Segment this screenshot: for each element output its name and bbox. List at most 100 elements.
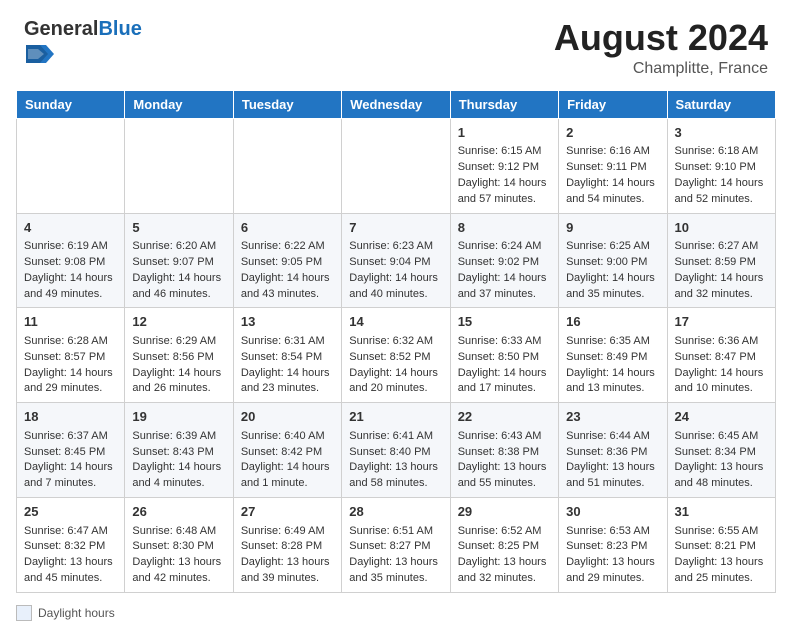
day-number: 30 (566, 503, 659, 521)
calendar-day-cell: 8 Sunrise: 6:24 AM Sunset: 9:02 PM Daylig… (450, 213, 558, 308)
calendar-day-cell (17, 118, 125, 213)
calendar-week-row: 18Sunrise: 6:37 AM Sunset: 8:45 PM Dayli… (17, 403, 776, 498)
day-info: Sunrise: 6:27 AM Sunset: 8:59 PM Dayligh… (675, 239, 768, 303)
calendar-weekday-tuesday: Tuesday (233, 90, 341, 118)
day-info: Sunrise: 6:29 AM Sunset: 8:56 PM Dayligh… (132, 334, 225, 398)
calendar-day-cell: 31 Sunrise: 6:55 AM Sunset: 8:21 PM Dayli… (667, 498, 775, 593)
day-number: 8 (458, 219, 551, 237)
day-info: Sunrise: 6:48 AM Sunset: 8:30 PM Dayligh… (132, 524, 225, 588)
day-number: 7 (349, 219, 442, 237)
logo: GeneralBlue (24, 18, 142, 73)
calendar-day-cell (233, 118, 341, 213)
day-info: Sunrise: 6:31 AM Sunset: 8:54 PM Dayligh… (241, 334, 334, 398)
day-number: 25 (24, 503, 117, 521)
day-number: 6 (241, 219, 334, 237)
calendar-day-cell: 7Sunrise: 6:23 AM Sunset: 9:04 PM Daylig… (342, 213, 450, 308)
day-number: 11 (24, 313, 117, 331)
day-number: 15 (458, 313, 551, 331)
day-number: 24 (675, 408, 768, 426)
day-number: 10 (675, 219, 768, 237)
day-info: Sunrise: 6:18 AM Sunset: 9:10 PM Dayligh… (675, 144, 768, 208)
calendar-day-cell: 12 Sunrise: 6:29 AM Sunset: 8:56 PM Dayli… (125, 308, 233, 403)
calendar-week-row: 11Sunrise: 6:28 AM Sunset: 8:57 PM Dayli… (17, 308, 776, 403)
day-info: Sunrise: 6:43 AM Sunset: 8:38 PM Dayligh… (458, 429, 551, 493)
legend-label: Daylight hours (38, 606, 115, 620)
calendar-week-row: 1 Sunrise: 6:15 AM Sunset: 9:12 PM Daylig… (17, 118, 776, 213)
calendar-day-cell: 21 Sunrise: 6:41 AM Sunset: 8:40 PM Dayli… (342, 403, 450, 498)
logo-icon (26, 40, 54, 68)
day-number: 19 (132, 408, 225, 426)
day-number: 1 (458, 124, 551, 142)
day-info: Sunrise: 6:22 AM Sunset: 9:05 PM Dayligh… (241, 239, 334, 303)
day-info: Sunrise: 6:35 AM Sunset: 8:49 PM Dayligh… (566, 334, 659, 398)
day-info: Sunrise: 6:52 AM Sunset: 8:25 PM Dayligh… (458, 524, 551, 588)
day-number: 18 (24, 408, 117, 426)
day-info: Sunrise: 6:55 AM Sunset: 8:21 PM Dayligh… (675, 524, 768, 588)
calendar-weekday-thursday: Thursday (450, 90, 558, 118)
calendar-day-cell: 18Sunrise: 6:37 AM Sunset: 8:45 PM Dayli… (17, 403, 125, 498)
day-number: 22 (458, 408, 551, 426)
day-number: 4 (24, 219, 117, 237)
day-number: 26 (132, 503, 225, 521)
day-info: Sunrise: 6:25 AM Sunset: 9:00 PM Dayligh… (566, 239, 659, 303)
calendar-week-row: 4 Sunrise: 6:19 AM Sunset: 9:08 PM Daylig… (17, 213, 776, 308)
calendar-weekday-wednesday: Wednesday (342, 90, 450, 118)
calendar-day-cell: 16 Sunrise: 6:35 AM Sunset: 8:49 PM Dayli… (559, 308, 667, 403)
day-number: 12 (132, 313, 225, 331)
calendar-day-cell: 19 Sunrise: 6:39 AM Sunset: 8:43 PM Dayli… (125, 403, 233, 498)
page-header: GeneralBlue August 2024 Champlitte, Fran… (0, 0, 792, 86)
calendar-day-cell: 10 Sunrise: 6:27 AM Sunset: 8:59 PM Dayli… (667, 213, 775, 308)
day-number: 20 (241, 408, 334, 426)
day-info: Sunrise: 6:19 AM Sunset: 9:08 PM Dayligh… (24, 239, 117, 303)
day-info: Sunrise: 6:36 AM Sunset: 8:47 PM Dayligh… (675, 334, 768, 398)
day-number: 16 (566, 313, 659, 331)
calendar-day-cell (342, 118, 450, 213)
day-info: Sunrise: 6:44 AM Sunset: 8:36 PM Dayligh… (566, 429, 659, 493)
day-number: 17 (675, 313, 768, 331)
calendar-day-cell: 15Sunrise: 6:33 AM Sunset: 8:50 PM Dayli… (450, 308, 558, 403)
day-info: Sunrise: 6:20 AM Sunset: 9:07 PM Dayligh… (132, 239, 225, 303)
calendar-weekday-monday: Monday (125, 90, 233, 118)
calendar-weekday-saturday: Saturday (667, 90, 775, 118)
day-info: Sunrise: 6:45 AM Sunset: 8:34 PM Dayligh… (675, 429, 768, 493)
day-info: Sunrise: 6:32 AM Sunset: 8:52 PM Dayligh… (349, 334, 442, 398)
day-number: 28 (349, 503, 442, 521)
day-info: Sunrise: 6:41 AM Sunset: 8:40 PM Dayligh… (349, 429, 442, 493)
day-number: 23 (566, 408, 659, 426)
calendar-day-cell: 20 Sunrise: 6:40 AM Sunset: 8:42 PM Dayli… (233, 403, 341, 498)
calendar-day-cell: 5 Sunrise: 6:20 AM Sunset: 9:07 PM Daylig… (125, 213, 233, 308)
calendar-weekday-friday: Friday (559, 90, 667, 118)
day-number: 29 (458, 503, 551, 521)
calendar-day-cell (125, 118, 233, 213)
calendar-day-cell: 17 Sunrise: 6:36 AM Sunset: 8:47 PM Dayli… (667, 308, 775, 403)
location-subtitle: Champlitte, France (554, 60, 768, 78)
calendar-day-cell: 14Sunrise: 6:32 AM Sunset: 8:52 PM Dayli… (342, 308, 450, 403)
day-info: Sunrise: 6:16 AM Sunset: 9:11 PM Dayligh… (566, 144, 659, 208)
month-year-title: August 2024 (554, 18, 768, 58)
day-info: Sunrise: 6:39 AM Sunset: 8:43 PM Dayligh… (132, 429, 225, 493)
calendar-table: SundayMondayTuesdayWednesdayThursdayFrid… (16, 90, 776, 594)
calendar-header-row: SundayMondayTuesdayWednesdayThursdayFrid… (17, 90, 776, 118)
day-number: 31 (675, 503, 768, 521)
calendar-day-cell: 22 Sunrise: 6:43 AM Sunset: 8:38 PM Dayli… (450, 403, 558, 498)
calendar-day-cell: 25 Sunrise: 6:47 AM Sunset: 8:32 PM Dayli… (17, 498, 125, 593)
calendar-day-cell: 29 Sunrise: 6:52 AM Sunset: 8:25 PM Dayli… (450, 498, 558, 593)
day-info: Sunrise: 6:15 AM Sunset: 9:12 PM Dayligh… (458, 144, 551, 208)
day-number: 3 (675, 124, 768, 142)
day-info: Sunrise: 6:40 AM Sunset: 8:42 PM Dayligh… (241, 429, 334, 493)
calendar-day-cell: 26 Sunrise: 6:48 AM Sunset: 8:30 PM Dayli… (125, 498, 233, 593)
day-number: 9 (566, 219, 659, 237)
calendar-day-cell: 30Sunrise: 6:53 AM Sunset: 8:23 PM Dayli… (559, 498, 667, 593)
day-number: 5 (132, 219, 225, 237)
calendar-day-cell: 27Sunrise: 6:49 AM Sunset: 8:28 PM Dayli… (233, 498, 341, 593)
calendar-day-cell: 3 Sunrise: 6:18 AM Sunset: 9:10 PM Daylig… (667, 118, 775, 213)
calendar-day-cell: 13 Sunrise: 6:31 AM Sunset: 8:54 PM Dayli… (233, 308, 341, 403)
day-number: 13 (241, 313, 334, 331)
calendar-day-cell: 24 Sunrise: 6:45 AM Sunset: 8:34 PM Dayli… (667, 403, 775, 498)
day-info: Sunrise: 6:47 AM Sunset: 8:32 PM Dayligh… (24, 524, 117, 588)
day-info: Sunrise: 6:24 AM Sunset: 9:02 PM Dayligh… (458, 239, 551, 303)
day-number: 21 (349, 408, 442, 426)
logo-blue-text: Blue (98, 18, 141, 40)
logo-general-text: General (24, 18, 98, 40)
calendar-day-cell: 23 Sunrise: 6:44 AM Sunset: 8:36 PM Dayli… (559, 403, 667, 498)
